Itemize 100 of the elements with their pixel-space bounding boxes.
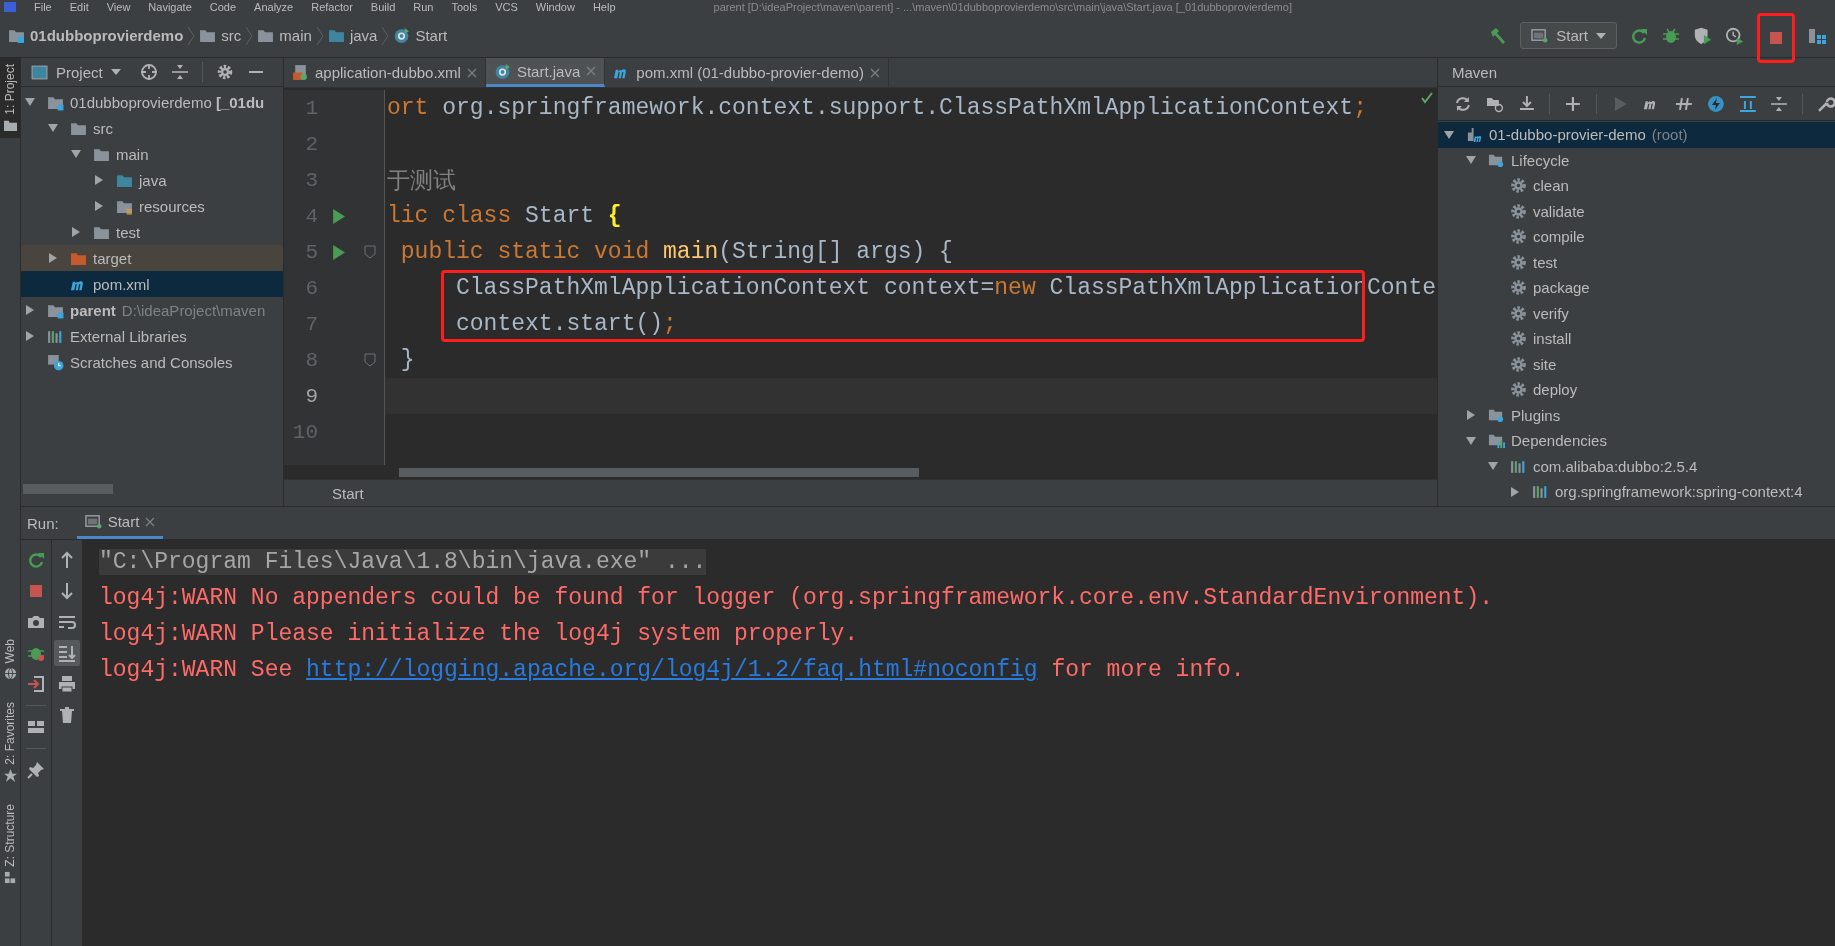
close-icon[interactable]: [145, 516, 156, 527]
editor-tab[interactable]: Start.java: [485, 58, 606, 87]
show-dependencies-icon[interactable]: [1738, 94, 1757, 113]
tree-item[interactable]: verify: [1438, 300, 1835, 326]
expand-arrow-icon[interactable]: [71, 149, 81, 159]
tree-item[interactable]: pom.xml: [21, 271, 283, 297]
breadcrumb-item[interactable]: Start: [332, 484, 364, 502]
scrollbar-thumb[interactable]: [399, 467, 919, 477]
breadcrumb-item[interactable]: src: [221, 27, 242, 44]
print-icon[interactable]: [57, 674, 77, 694]
tree-item[interactable]: Dependencies: [1438, 428, 1835, 454]
add-icon[interactable]: [1564, 94, 1583, 113]
close-icon[interactable]: [466, 67, 477, 78]
run-icon[interactable]: [331, 244, 345, 260]
pin-icon[interactable]: [26, 760, 46, 780]
collapse-all-icon[interactable]: [1770, 94, 1789, 113]
menu-item[interactable]: View: [106, 0, 131, 14]
scroll-to-end-icon[interactable]: [54, 640, 80, 666]
expand-arrow-icon[interactable]: [25, 97, 35, 107]
tree-item[interactable]: main: [21, 141, 283, 167]
expand-arrow-icon[interactable]: [48, 253, 58, 263]
expand-arrow-icon[interactable]: [48, 123, 58, 133]
run-icon[interactable]: [331, 208, 345, 224]
tool-window-tab[interactable]: 2: Favorites: [0, 696, 20, 788]
tree-item[interactable]: java: [21, 167, 283, 193]
tree-item[interactable]: parent D:\ideaProject\maven: [21, 297, 283, 323]
rerun-icon[interactable]: [26, 550, 46, 570]
breadcrumb-item[interactable]: main: [279, 27, 312, 44]
tree-item[interactable]: 01-dubbo-provier-demo (root): [1438, 122, 1835, 148]
breadcrumb-item[interactable]: java: [349, 27, 378, 44]
tree-item[interactable]: org.springframework:spring-context:4: [1438, 479, 1835, 505]
run-config-dropdown[interactable]: Start: [1520, 22, 1617, 49]
locate-icon[interactable]: [139, 63, 158, 81]
tree-item[interactable]: Scratches and Consoles: [21, 349, 283, 375]
trash-icon[interactable]: [57, 705, 77, 725]
tree-item[interactable]: site: [1438, 351, 1835, 377]
fold-icon[interactable]: [364, 353, 376, 367]
view-dropdown[interactable]: Project: [31, 63, 121, 81]
expand-arrow-icon[interactable]: [1466, 410, 1476, 421]
menu-item[interactable]: Tools: [451, 0, 478, 14]
tool-window-tab[interactable]: 1: Project: [0, 58, 20, 138]
expand-arrow-icon[interactable]: [1488, 461, 1498, 472]
menu-item[interactable]: Navigate: [148, 0, 192, 14]
tool-window-tab[interactable]: Web: [0, 632, 20, 687]
menu-item[interactable]: Build: [370, 0, 396, 14]
tool-window-tab[interactable]: Z: Structure: [0, 797, 20, 890]
expand-arrow-icon[interactable]: [94, 175, 104, 185]
settings-icon[interactable]: [215, 63, 234, 81]
tree-item[interactable]: src: [21, 115, 283, 141]
tree-item[interactable]: package: [1438, 275, 1835, 301]
tree-item[interactable]: target: [21, 245, 283, 271]
tree-item[interactable]: test: [21, 219, 283, 245]
expand-arrow-icon[interactable]: [1466, 155, 1476, 166]
tree-item[interactable]: clean: [1438, 173, 1835, 199]
offline-icon[interactable]: [1706, 94, 1725, 113]
code-line: ort org.springframework.context.support.ClassPathXmlApplicationContext;: [387, 95, 1367, 121]
expand-arrow-icon[interactable]: [94, 201, 104, 211]
expand-arrow-icon[interactable]: [25, 305, 35, 315]
close-icon[interactable]: [869, 67, 880, 78]
coverage-icon[interactable]: [1693, 25, 1713, 46]
menu-item[interactable]: File: [34, 0, 52, 14]
menu-item[interactable]: VCS: [495, 0, 518, 14]
expand-arrow-icon[interactable]: [1444, 129, 1454, 140]
menu-item[interactable]: Analyze: [254, 0, 294, 14]
tree-item[interactable]: deploy: [1438, 377, 1835, 403]
breadcrumb-item[interactable]: Start: [415, 27, 448, 44]
profiler-icon[interactable]: [1725, 25, 1745, 46]
expand-arrow-icon[interactable]: [1466, 435, 1476, 446]
expand-arrow-icon[interactable]: [1510, 486, 1520, 497]
tree-item[interactable]: Lifecycle: [1438, 147, 1835, 173]
scrollbar-thumb[interactable]: [23, 484, 113, 494]
menu-item[interactable]: Help: [592, 0, 616, 14]
tree-item[interactable]: compile: [1438, 224, 1835, 250]
menu-item[interactable]: Run: [413, 0, 434, 14]
download-icon[interactable]: [1517, 94, 1536, 113]
tree-item[interactable]: test: [1438, 249, 1835, 275]
editor-tab[interactable]: application-dubbo.xml: [284, 58, 486, 87]
tree-item[interactable]: install: [1438, 326, 1835, 352]
expand-arrow-icon[interactable]: [71, 227, 81, 237]
tree-item[interactable]: com.alibaba:dubbo:2.5.4: [1438, 453, 1835, 479]
console-link[interactable]: http://logging.apache.org/log4j/1.2/faq.html#noconfig: [306, 657, 1038, 683]
menu-item[interactable]: Window: [535, 0, 575, 14]
wrench-icon[interactable]: [1817, 94, 1835, 113]
tree-item[interactable]: validate: [1438, 198, 1835, 224]
menu-item[interactable]: Refactor: [311, 0, 353, 14]
tree-item[interactable]: Plugins: [1438, 402, 1835, 428]
exit-icon[interactable]: [26, 674, 46, 694]
reload-icon[interactable]: [1454, 94, 1472, 113]
breadcrumb-item[interactable]: 01dubboprovierdemo: [30, 27, 184, 44]
menu-item[interactable]: Edit: [69, 0, 89, 14]
tree-item[interactable]: External Libraries: [21, 323, 283, 349]
collapse-all-icon[interactable]: [170, 63, 189, 81]
chevron-icon: [245, 25, 254, 46]
expand-arrow-icon[interactable]: [25, 331, 35, 341]
tree-item[interactable]: resources: [21, 193, 283, 219]
menu-item[interactable]: Code: [209, 0, 237, 14]
editor-tab[interactable]: pom.xml (01-dubbo-provier-demo): [605, 58, 889, 87]
fold-icon[interactable]: [364, 245, 376, 259]
tree-item[interactable]: 01dubboprovierdemo [_01du: [21, 89, 283, 115]
chevron-icon: [315, 25, 324, 46]
